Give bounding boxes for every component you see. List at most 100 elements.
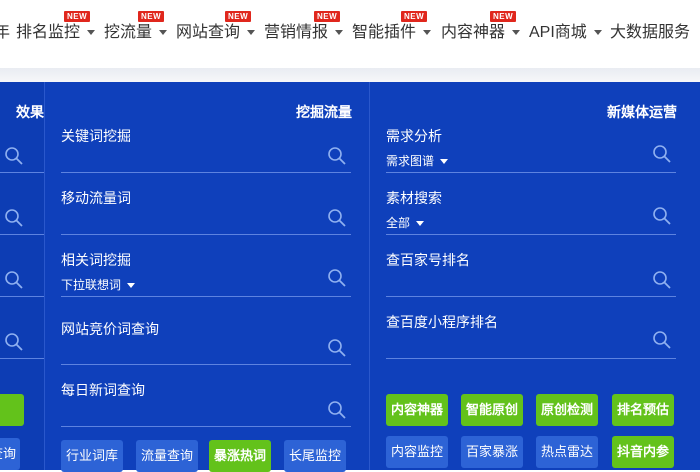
- tool-demand-analysis[interactable]: 需求分析: [386, 126, 442, 146]
- divider: [0, 358, 44, 359]
- tool-sub-select[interactable]: 全部: [386, 214, 425, 231]
- hotspot-radar-button[interactable]: 热点雷达: [536, 436, 598, 468]
- left-column: 效果 查询: [0, 82, 44, 470]
- search-icon[interactable]: [327, 146, 347, 166]
- nav-item-label: 排名监控: [16, 24, 81, 41]
- select-value: 全部: [386, 216, 411, 230]
- originality-check-button[interactable]: 原创检测: [536, 394, 598, 426]
- search-icon[interactable]: [4, 146, 24, 166]
- search-icon[interactable]: [327, 338, 347, 358]
- tool-sub-select[interactable]: 需求图谱: [386, 152, 449, 169]
- button-label: 长尾监控: [288, 448, 341, 463]
- nav-item-label: 智能插件: [352, 24, 417, 41]
- tool-material-search[interactable]: 素材搜索: [386, 188, 442, 208]
- nav-item-big-data[interactable]: 大数据服务: [610, 20, 690, 46]
- button-label: 智能原创: [465, 402, 518, 417]
- tool-bid-words[interactable]: 网站竞价词查询: [61, 319, 159, 339]
- button-label: 原创检测: [540, 402, 593, 417]
- search-icon[interactable]: [327, 400, 347, 420]
- divider: [61, 172, 351, 173]
- nav-item-plugins[interactable]: 智能插件: [352, 20, 432, 46]
- caret-down-icon: [127, 283, 136, 289]
- nav-item-label: 大数据服务: [610, 24, 691, 41]
- button-label: 排名预估: [616, 402, 669, 417]
- content-tool-button[interactable]: 内容神器: [386, 394, 448, 426]
- divider: [0, 234, 44, 235]
- divider: [61, 426, 351, 427]
- button-label: 百家暴涨: [465, 444, 518, 459]
- divider: [61, 364, 351, 365]
- search-icon[interactable]: [327, 268, 347, 288]
- dropdown-panel: 效果 查询 挖掘流量 关键词挖掘 移动流量词 相关词挖掘 下拉联想词 网站竞价词…: [0, 82, 700, 472]
- nav-item-marketing[interactable]: 营销情报: [264, 20, 344, 46]
- nav-item-label: 年: [0, 24, 11, 41]
- traffic-mining-column: 挖掘流量 关键词挖掘 移动流量词 相关词挖掘 下拉联想词 网站竞价词查询 每日新…: [44, 82, 370, 472]
- divider: [386, 296, 676, 297]
- select-value: 下拉联想词: [61, 278, 122, 292]
- long-tail-monitor-button[interactable]: 长尾监控: [284, 440, 346, 472]
- tool-related-words[interactable]: 相关词挖掘: [61, 250, 131, 270]
- button-label: 抖音内参: [616, 444, 669, 459]
- select-value: 需求图谱: [386, 154, 435, 168]
- tool-keyword-mining[interactable]: 关键词挖掘: [61, 126, 131, 146]
- surging-hot-words-button[interactable]: 暴涨热词: [209, 440, 271, 472]
- tool-daily-new-words[interactable]: 每日新词查询: [61, 380, 145, 400]
- search-icon[interactable]: [4, 208, 24, 228]
- divider: [0, 296, 44, 297]
- tool-baijiahao-rank[interactable]: 查百家号排名: [386, 250, 470, 270]
- column-title: 新媒体运营: [607, 104, 677, 120]
- caret-down-icon: [440, 159, 449, 165]
- douyin-insider-button[interactable]: 抖音内参: [612, 436, 674, 468]
- traffic-query-button[interactable]: 流量查询: [136, 440, 198, 472]
- query-button[interactable]: 查询: [0, 438, 20, 470]
- divider: [386, 358, 676, 359]
- nav-item-api-store[interactable]: API商城: [529, 20, 602, 46]
- nav-item-year[interactable]: 年: [0, 20, 10, 46]
- smart-original-button[interactable]: 智能原创: [461, 394, 523, 426]
- caret-down-icon: [423, 30, 432, 36]
- button-label: 内容监控: [390, 444, 443, 459]
- divider: [61, 296, 351, 297]
- nav-item-label: 网站查询: [176, 24, 241, 41]
- baijia-surge-button[interactable]: 百家暴涨: [461, 436, 523, 468]
- caret-down-icon: [335, 30, 344, 36]
- search-icon[interactable]: [652, 270, 672, 290]
- divider: [0, 172, 44, 173]
- caret-down-icon: [87, 30, 96, 36]
- search-icon[interactable]: [4, 332, 24, 352]
- nav-item-traffic[interactable]: 挖流量: [104, 20, 168, 46]
- caret-down-icon: [416, 221, 425, 227]
- tool-mobile-traffic-words[interactable]: 移动流量词: [61, 188, 131, 208]
- search-icon[interactable]: [652, 330, 672, 350]
- divider: [386, 234, 676, 235]
- top-nav: 年 NEW 排名监控 NEW 挖流量 NEW 网站查询 NEW 营销情报 NEW…: [0, 0, 700, 68]
- tool-mini-program-rank[interactable]: 查百度小程序排名: [386, 312, 498, 332]
- rank-estimate-button[interactable]: 排名预估: [612, 394, 674, 426]
- nav-item-label: API商城: [529, 24, 587, 41]
- search-icon[interactable]: [652, 144, 672, 164]
- button-label: 暴涨热词: [213, 448, 266, 463]
- nav-divider: [0, 68, 700, 82]
- nav-item-label: 内容神器: [441, 24, 506, 41]
- nav-item-site-query[interactable]: 网站查询: [176, 20, 256, 46]
- content-monitor-button[interactable]: 内容监控: [386, 436, 448, 468]
- tool-sub-select[interactable]: 下拉联想词: [61, 276, 136, 293]
- button-label: 查询: [0, 446, 16, 461]
- green-button[interactable]: [0, 394, 24, 426]
- button-label: 内容神器: [390, 402, 443, 417]
- nav-item-label: 营销情报: [264, 24, 329, 41]
- button-label: 行业词库: [65, 448, 118, 463]
- nav-item-rank-monitor[interactable]: 排名监控: [16, 20, 96, 46]
- column-title: 挖掘流量: [296, 104, 352, 120]
- nav-item-content-tools[interactable]: 内容神器: [441, 20, 521, 46]
- column-title: 效果: [16, 104, 44, 120]
- divider: [61, 234, 351, 235]
- search-icon[interactable]: [327, 208, 347, 228]
- caret-down-icon: [247, 30, 256, 36]
- divider: [386, 172, 676, 173]
- new-media-column: 新媒体运营 需求分析 需求图谱 素材搜索 全部 查百家号排名 查百度小程序排名 …: [369, 82, 700, 470]
- search-icon[interactable]: [4, 270, 24, 290]
- button-label: 热点雷达: [540, 444, 593, 459]
- industry-lexicon-button[interactable]: 行业词库: [61, 440, 123, 472]
- search-icon[interactable]: [652, 206, 672, 226]
